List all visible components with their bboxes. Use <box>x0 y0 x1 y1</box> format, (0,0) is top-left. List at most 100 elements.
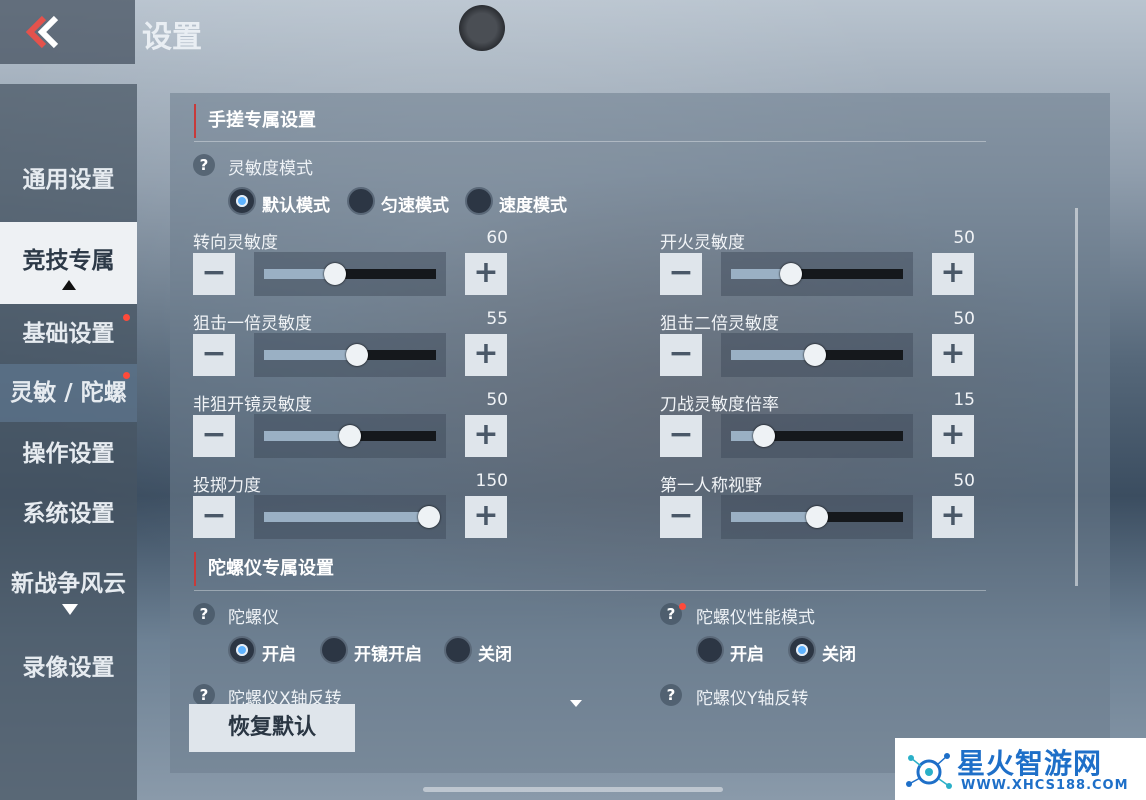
radio-label: 速度模式 <box>499 196 567 216</box>
decrement-button[interactable]: − <box>193 496 235 538</box>
slider-fill <box>264 512 430 522</box>
radio-default-mode[interactable] <box>228 187 256 215</box>
slider-thumb[interactable] <box>323 263 346 285</box>
help-icon[interactable]: ? <box>193 684 215 706</box>
slider-thumb[interactable] <box>780 263 803 285</box>
decrement-button[interactable]: − <box>660 415 702 457</box>
slider-value: 50 <box>953 228 975 248</box>
increment-button[interactable]: + <box>932 334 974 376</box>
decrement-button[interactable]: − <box>193 415 235 457</box>
sidebar-item-label: 新战争风云 <box>11 571 126 597</box>
section-title-gyro: 陀螺仪专属设置 <box>194 552 334 586</box>
increment-button[interactable]: + <box>932 415 974 457</box>
slider-track[interactable] <box>731 263 903 285</box>
watermark-url: WWW.XHCS188.COM <box>961 778 1129 793</box>
radio-label: 开启 <box>262 645 296 665</box>
slider[interactable] <box>721 495 913 539</box>
slider-value: 150 <box>475 471 508 491</box>
help-icon[interactable]: ? <box>660 684 682 706</box>
slider-track[interactable] <box>264 263 436 285</box>
slider-fill <box>731 350 816 360</box>
slider[interactable] <box>721 333 913 377</box>
increment-button[interactable]: + <box>932 496 974 538</box>
slider-value: 55 <box>486 309 508 329</box>
logo-icon <box>906 753 952 789</box>
decrement-button[interactable]: − <box>193 253 235 295</box>
sidebar-item-controls[interactable]: 操作设置 <box>0 434 137 474</box>
slider-thumb[interactable] <box>804 344 827 366</box>
watermark: 星火智游网 WWW.XHCS188.COM <box>895 738 1146 800</box>
sidebar-item-new-war[interactable]: 新战争风云 <box>0 564 137 624</box>
increment-button[interactable]: + <box>465 415 507 457</box>
slider-thumb[interactable] <box>806 506 828 528</box>
increment-button[interactable]: + <box>465 334 507 376</box>
slider-value: 60 <box>486 228 508 248</box>
caret-up-icon <box>62 280 76 290</box>
back-button[interactable] <box>0 0 135 64</box>
decrement-button[interactable]: − <box>660 496 702 538</box>
notification-dot <box>679 603 686 610</box>
slider-track[interactable] <box>731 344 903 366</box>
decrement-button[interactable]: − <box>660 334 702 376</box>
radio-uniform-mode[interactable] <box>347 187 375 215</box>
divider <box>194 141 986 142</box>
increment-button[interactable]: + <box>932 253 974 295</box>
sidebar-item-sensitivity[interactable]: 灵敏 / 陀螺 <box>0 364 137 422</box>
slider-thumb[interactable] <box>418 506 441 528</box>
sidebar-item-basic[interactable]: 基础设置 <box>0 314 137 354</box>
sidebar-item-label: 竞技专属 <box>22 248 115 274</box>
slider-label: 第一人称视野 <box>660 476 762 496</box>
increment-button[interactable]: + <box>465 253 507 295</box>
radio-gyro-on[interactable] <box>228 636 256 664</box>
caret-down-icon <box>62 604 78 615</box>
help-icon[interactable]: ? <box>193 154 215 176</box>
notification-dot <box>123 372 130 379</box>
radio-gyro-scope[interactable] <box>320 636 348 664</box>
help-icon[interactable]: ? <box>193 603 215 625</box>
gyro-y-invert-label: 陀螺仪Y轴反转 <box>696 689 809 709</box>
radio-perf-on[interactable] <box>696 636 724 664</box>
slider-label: 狙击一倍灵敏度 <box>193 314 312 334</box>
slider-value: 15 <box>953 390 975 410</box>
slider[interactable] <box>254 252 446 296</box>
radio-label: 开镜开启 <box>354 645 422 665</box>
slider-track[interactable] <box>264 344 436 366</box>
sensitivity-mode-label: 灵敏度模式 <box>228 159 313 179</box>
radio-gyro-off[interactable] <box>444 636 472 664</box>
slider[interactable] <box>721 414 913 458</box>
sidebar-item-replay[interactable]: 录像设置 <box>0 648 137 688</box>
radio-label: 关闭 <box>822 645 856 665</box>
home-indicator <box>423 787 723 792</box>
slider-track[interactable] <box>731 425 903 447</box>
scrollbar[interactable] <box>1075 208 1078 586</box>
reset-default-button[interactable]: 恢复默认 <box>189 704 355 752</box>
slider-fill <box>731 512 817 522</box>
slider[interactable] <box>254 333 446 377</box>
slider-thumb[interactable] <box>345 344 368 366</box>
slider-label: 非狙开镜灵敏度 <box>193 395 312 415</box>
sidebar-item-general[interactable]: 通用设置 <box>0 162 137 198</box>
sidebar-item-system[interactable]: 系统设置 <box>0 494 137 534</box>
radio-perf-off[interactable] <box>788 636 816 664</box>
slider-track[interactable] <box>731 506 903 528</box>
back-chevron-icon <box>25 15 59 49</box>
decrement-button[interactable]: − <box>193 334 235 376</box>
slider-thumb[interactable] <box>339 425 361 447</box>
decrement-button[interactable]: − <box>660 253 702 295</box>
slider[interactable] <box>721 252 913 296</box>
slider-track[interactable] <box>264 506 441 528</box>
slider-track[interactable] <box>264 425 436 447</box>
slider-value: 50 <box>953 471 975 491</box>
radio-label: 匀速模式 <box>381 196 449 216</box>
divider <box>194 590 986 591</box>
dropdown-caret-icon[interactable] <box>570 700 582 707</box>
increment-button[interactable]: + <box>465 496 507 538</box>
radio-speed-mode[interactable] <box>465 187 493 215</box>
sidebar-item-competitive[interactable]: 竞技专属 <box>0 222 137 304</box>
slider[interactable] <box>254 495 446 539</box>
slider-fill <box>264 350 357 360</box>
slider-value: 50 <box>953 309 975 329</box>
slider-thumb[interactable] <box>752 425 775 447</box>
slider[interactable] <box>254 414 446 458</box>
slider-label: 转向灵敏度 <box>193 233 278 253</box>
